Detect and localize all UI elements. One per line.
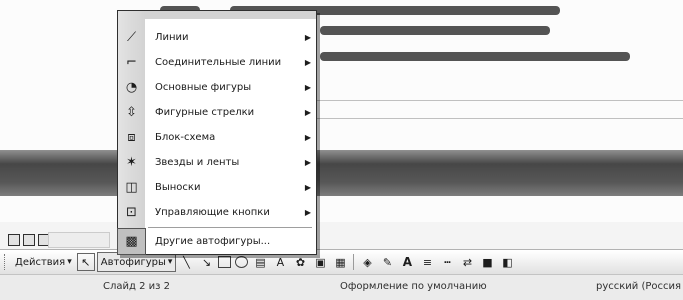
- slide-dark-band: [0, 150, 683, 196]
- menu-item-label: Другие автофигуры...: [155, 236, 271, 247]
- clipart-gallery-icon: ▩: [117, 228, 146, 255]
- menu-item-label: Блок-схема: [155, 132, 216, 143]
- submenu-arrow-icon: ▶: [304, 158, 312, 167]
- drawing-toolbar: Действия ▾ ↖ Автофигуры ▾ ╲ ↘ ▤ A ✿ ▣ ▦ …: [0, 249, 683, 274]
- submenu-arrow-icon: ▶: [304, 183, 312, 192]
- menu-item-label: Фигурные стрелки: [155, 107, 255, 118]
- menu-item-action-buttons[interactable]: ⊡ Управляющие кнопки ▶: [118, 200, 316, 225]
- shadow-style-icon[interactable]: ■: [479, 254, 495, 270]
- callouts-icon: ◫: [125, 180, 138, 195]
- toolbar-grip[interactable]: [4, 254, 9, 270]
- lines-icon: ⟋: [126, 30, 137, 45]
- slide-divider: [300, 100, 683, 101]
- clipart-tool-icon[interactable]: ▣: [312, 254, 328, 270]
- view-buttons: [8, 234, 50, 246]
- picture-tool-icon[interactable]: ▦: [332, 254, 348, 270]
- line-color-icon[interactable]: ✎: [379, 254, 395, 270]
- select-pointer-icon[interactable]: ↖: [76, 253, 95, 271]
- menu-item-basic-shapes[interactable]: ◔ Основные фигуры ▶: [118, 75, 316, 100]
- oval-tool-icon[interactable]: [235, 256, 249, 268]
- menu-item-label: Управляющие кнопки: [155, 207, 270, 218]
- slide-text-line: [320, 52, 630, 61]
- rectangle-tool-icon[interactable]: [218, 256, 232, 268]
- font-color-icon[interactable]: A: [399, 254, 415, 270]
- menu-item-connectors[interactable]: ⌐ Соединительные линии ▶: [118, 50, 316, 75]
- slide-text-line: [320, 26, 550, 35]
- chevron-down-icon: ▾: [167, 257, 173, 267]
- submenu-arrow-icon: ▶: [304, 133, 312, 142]
- stars-banners-icon: ✶: [126, 155, 137, 170]
- actions-button-label: Действия: [15, 256, 66, 268]
- menu-separator: [148, 227, 312, 228]
- arrow-tool-icon[interactable]: ↘: [198, 254, 214, 270]
- flowchart-icon: ⧈: [127, 130, 136, 145]
- line-style-icon[interactable]: ≡: [419, 254, 435, 270]
- menu-item-label: Звезды и ленты: [155, 157, 240, 168]
- menu-item-block-arrows[interactable]: ⇳ Фигурные стрелки ▶: [118, 100, 316, 125]
- menu-item-label: Соединительные линии: [155, 57, 282, 68]
- autoshapes-button-label: Автофигуры: [100, 256, 166, 268]
- menu-item-lines[interactable]: ⟋ Линии ▶: [118, 25, 316, 50]
- slide-divider: [300, 118, 683, 119]
- diagram-tool-icon[interactable]: ✿: [292, 254, 308, 270]
- status-design-name: Оформление по умолчанию: [340, 281, 487, 292]
- chevron-down-icon: ▾: [67, 257, 72, 267]
- autoshapes-menu: ⟋ Линии ▶ ⌐ Соединительные линии ▶ ◔ Осн…: [117, 10, 317, 255]
- submenu-arrow-icon: ▶: [304, 108, 312, 117]
- submenu-arrow-icon: ▶: [304, 58, 312, 67]
- connectors-icon: ⌐: [126, 55, 137, 70]
- basic-shapes-icon: ◔: [125, 80, 138, 95]
- action-buttons-icon: ⊡: [126, 205, 137, 220]
- menu-item-label: Основные фигуры: [155, 82, 252, 93]
- textbox-tool-icon[interactable]: ▤: [252, 254, 268, 270]
- status-slide-number: Слайд 2 из 2: [103, 281, 170, 292]
- menu-item-callouts[interactable]: ◫ Выноски ▶: [118, 175, 316, 200]
- menu-item-label: Выноски: [155, 182, 201, 193]
- autoshapes-button[interactable]: Автофигуры ▾: [96, 252, 177, 272]
- wordart-tool-icon[interactable]: A: [272, 254, 288, 270]
- 3d-style-icon[interactable]: ◧: [499, 254, 515, 270]
- menu-drag-bar[interactable]: [145, 11, 316, 19]
- menu-item-more-autoshapes[interactable]: ▩ Другие автофигуры...: [117, 228, 316, 255]
- sorter-view-icon[interactable]: [23, 234, 35, 246]
- horizontal-scrollbar[interactable]: [48, 232, 110, 248]
- toolbar-separator: [353, 254, 355, 270]
- submenu-arrow-icon: ▶: [304, 83, 312, 92]
- normal-view-icon[interactable]: [8, 234, 20, 246]
- menu-item-label: Линии: [155, 32, 189, 43]
- submenu-arrow-icon: ▶: [304, 33, 312, 42]
- dash-style-icon[interactable]: ┅: [439, 254, 455, 270]
- submenu-arrow-icon: ▶: [304, 208, 312, 217]
- arrow-style-icon[interactable]: ⇄: [459, 254, 475, 270]
- line-tool-icon[interactable]: ╲: [178, 254, 194, 270]
- slide-area: [0, 0, 683, 222]
- fill-color-icon[interactable]: ◈: [359, 254, 375, 270]
- actions-button[interactable]: Действия ▾: [12, 253, 75, 271]
- status-language: русский (Россия: [596, 281, 682, 292]
- block-arrows-icon: ⇳: [126, 105, 137, 120]
- status-bar: Слайд 2 из 2 Оформление по умолчанию рус…: [0, 274, 683, 300]
- menu-item-flowchart[interactable]: ⧈ Блок-схема ▶: [118, 125, 316, 150]
- menu-item-stars-banners[interactable]: ✶ Звезды и ленты ▶: [118, 150, 316, 175]
